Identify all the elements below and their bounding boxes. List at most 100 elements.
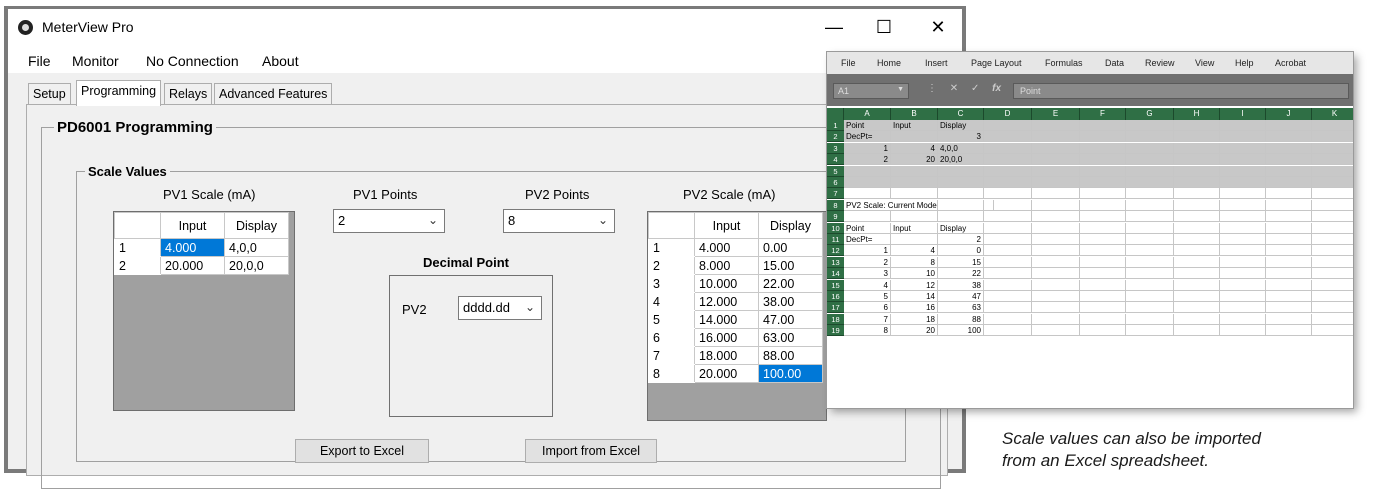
excel-row-header[interactable]: 19 bbox=[827, 325, 844, 337]
excel-cell[interactable] bbox=[984, 268, 1032, 280]
excel-cell[interactable]: Input bbox=[891, 120, 938, 131]
excel-tab-formulas[interactable]: Formulas bbox=[1045, 58, 1083, 68]
excel-cell[interactable]: 8 bbox=[891, 256, 938, 268]
excel-cell[interactable] bbox=[1174, 222, 1220, 234]
excel-cell[interactable] bbox=[984, 279, 1032, 291]
excel-cell[interactable] bbox=[1032, 165, 1080, 177]
excel-cell[interactable]: Display bbox=[938, 120, 984, 131]
tab-relays[interactable]: Relays bbox=[164, 83, 213, 105]
pv1-points-select[interactable]: 2 ⌄ bbox=[333, 209, 445, 233]
excel-row-header[interactable]: 5 bbox=[827, 165, 844, 177]
excel-column-header[interactable]: I bbox=[1220, 108, 1266, 120]
excel-cell[interactable] bbox=[1220, 154, 1266, 166]
excel-cell[interactable] bbox=[891, 177, 938, 188]
excel-cell[interactable] bbox=[1126, 234, 1174, 245]
excel-cell[interactable] bbox=[1220, 234, 1266, 245]
excel-row-header[interactable]: 17 bbox=[827, 302, 844, 314]
excel-cell[interactable] bbox=[1080, 256, 1126, 268]
excel-cell[interactable]: 38 bbox=[938, 279, 984, 291]
excel-cell[interactable]: 20 bbox=[891, 154, 938, 166]
pv2-input-cell[interactable]: 4.000 bbox=[694, 238, 759, 257]
excel-cell[interactable] bbox=[1174, 325, 1220, 337]
excel-cell[interactable] bbox=[1126, 188, 1174, 200]
excel-cell[interactable]: 3 bbox=[938, 131, 984, 143]
excel-cell[interactable] bbox=[1080, 268, 1126, 280]
excel-cell[interactable] bbox=[1080, 222, 1126, 234]
pv2-scale-grid[interactable]: Input Display 1 4.000 0.00 2 8.000 15.00 3 10.0… bbox=[647, 211, 827, 421]
excel-cell[interactable]: 2 bbox=[844, 256, 891, 268]
excel-cell[interactable]: 4 bbox=[891, 142, 938, 154]
excel-cell[interactable] bbox=[1080, 188, 1126, 200]
excel-cell[interactable] bbox=[984, 325, 1032, 337]
excel-cell[interactable] bbox=[1312, 165, 1353, 177]
excel-cell[interactable] bbox=[1220, 268, 1266, 280]
pv2-input-cell[interactable]: 18.000 bbox=[694, 346, 759, 365]
excel-cell[interactable] bbox=[1312, 245, 1353, 257]
excel-column-header[interactable]: G bbox=[1126, 108, 1174, 120]
excel-cell[interactable] bbox=[1266, 222, 1312, 234]
excel-cell[interactable] bbox=[1174, 256, 1220, 268]
excel-cell[interactable] bbox=[1174, 279, 1220, 291]
excel-cell[interactable] bbox=[1032, 325, 1080, 337]
pv2-display-cell[interactable]: 15.00 bbox=[758, 256, 823, 275]
excel-row-header[interactable]: 6 bbox=[827, 177, 844, 188]
pv2-display-cell[interactable]: 47.00 bbox=[758, 310, 823, 329]
excel-row-header[interactable]: 3 bbox=[827, 142, 844, 154]
excel-cell[interactable] bbox=[1220, 313, 1266, 325]
excel-cell[interactable]: 5 bbox=[844, 291, 891, 302]
excel-cell[interactable] bbox=[1266, 313, 1312, 325]
excel-cell[interactable] bbox=[1266, 234, 1312, 245]
excel-cell[interactable] bbox=[1266, 154, 1312, 166]
excel-cell[interactable] bbox=[1080, 313, 1126, 325]
excel-cell[interactable] bbox=[984, 245, 1032, 257]
excel-cell[interactable] bbox=[1080, 131, 1126, 143]
excel-cell[interactable]: 20 bbox=[891, 325, 938, 337]
excel-row-header[interactable]: 10 bbox=[827, 222, 844, 234]
excel-tab-home[interactable]: Home bbox=[877, 58, 901, 68]
excel-cell[interactable] bbox=[984, 142, 1032, 154]
excel-cell[interactable] bbox=[1220, 291, 1266, 302]
tab-advanced-features[interactable]: Advanced Features bbox=[214, 83, 333, 105]
decimal-point-select[interactable]: dddd.dd ⌄ bbox=[458, 296, 542, 320]
pv2-display-cell[interactable]: 100.00 bbox=[758, 364, 823, 383]
excel-column-header[interactable]: A bbox=[844, 108, 891, 120]
excel-cell[interactable] bbox=[1220, 256, 1266, 268]
excel-row-header[interactable]: 2 bbox=[827, 131, 844, 143]
pv1-display-cell[interactable]: 4,0,0 bbox=[224, 238, 289, 257]
select-all-corner[interactable] bbox=[827, 108, 844, 120]
excel-row-header[interactable]: 13 bbox=[827, 256, 844, 268]
excel-cell[interactable] bbox=[1266, 120, 1312, 131]
excel-cell[interactable] bbox=[1080, 165, 1126, 177]
pv2-display-cell[interactable]: 88.00 bbox=[758, 346, 823, 365]
import-from-excel-button[interactable]: Import from Excel bbox=[525, 439, 657, 463]
excel-cell[interactable] bbox=[1220, 142, 1266, 154]
excel-formula-input[interactable]: Point bbox=[1013, 83, 1349, 99]
excel-cell[interactable] bbox=[1312, 291, 1353, 302]
excel-row-header[interactable]: 15 bbox=[827, 279, 844, 291]
excel-cell[interactable] bbox=[1126, 222, 1174, 234]
excel-cell[interactable] bbox=[1126, 131, 1174, 143]
excel-cell[interactable] bbox=[1080, 302, 1126, 314]
excel-column-header[interactable]: K bbox=[1312, 108, 1353, 120]
excel-cell[interactable] bbox=[1032, 222, 1080, 234]
excel-cell[interactable] bbox=[1174, 177, 1220, 188]
excel-cell[interactable]: 47 bbox=[938, 291, 984, 302]
pv2-display-cell[interactable]: 0.00 bbox=[758, 238, 823, 257]
excel-cell[interactable] bbox=[1266, 256, 1312, 268]
excel-cell[interactable] bbox=[984, 120, 1032, 131]
excel-cell[interactable] bbox=[1032, 199, 1080, 211]
excel-row-header[interactable]: 4 bbox=[827, 154, 844, 166]
excel-cell[interactable] bbox=[844, 177, 891, 188]
excel-column-header[interactable]: D bbox=[984, 108, 1032, 120]
excel-cell[interactable] bbox=[1126, 302, 1174, 314]
excel-row-header[interactable]: 9 bbox=[827, 211, 844, 223]
excel-cell[interactable]: DecPt= bbox=[844, 131, 891, 143]
excel-cell[interactable] bbox=[1080, 245, 1126, 257]
excel-cell[interactable] bbox=[938, 211, 984, 223]
pv1-input-cell[interactable]: 4.000 bbox=[160, 238, 225, 257]
menu-about[interactable]: About bbox=[262, 53, 299, 69]
excel-cell[interactable] bbox=[1080, 325, 1126, 337]
excel-cell[interactable] bbox=[1220, 211, 1266, 223]
excel-cell[interactable] bbox=[844, 188, 891, 200]
excel-cell[interactable] bbox=[1312, 200, 1353, 211]
